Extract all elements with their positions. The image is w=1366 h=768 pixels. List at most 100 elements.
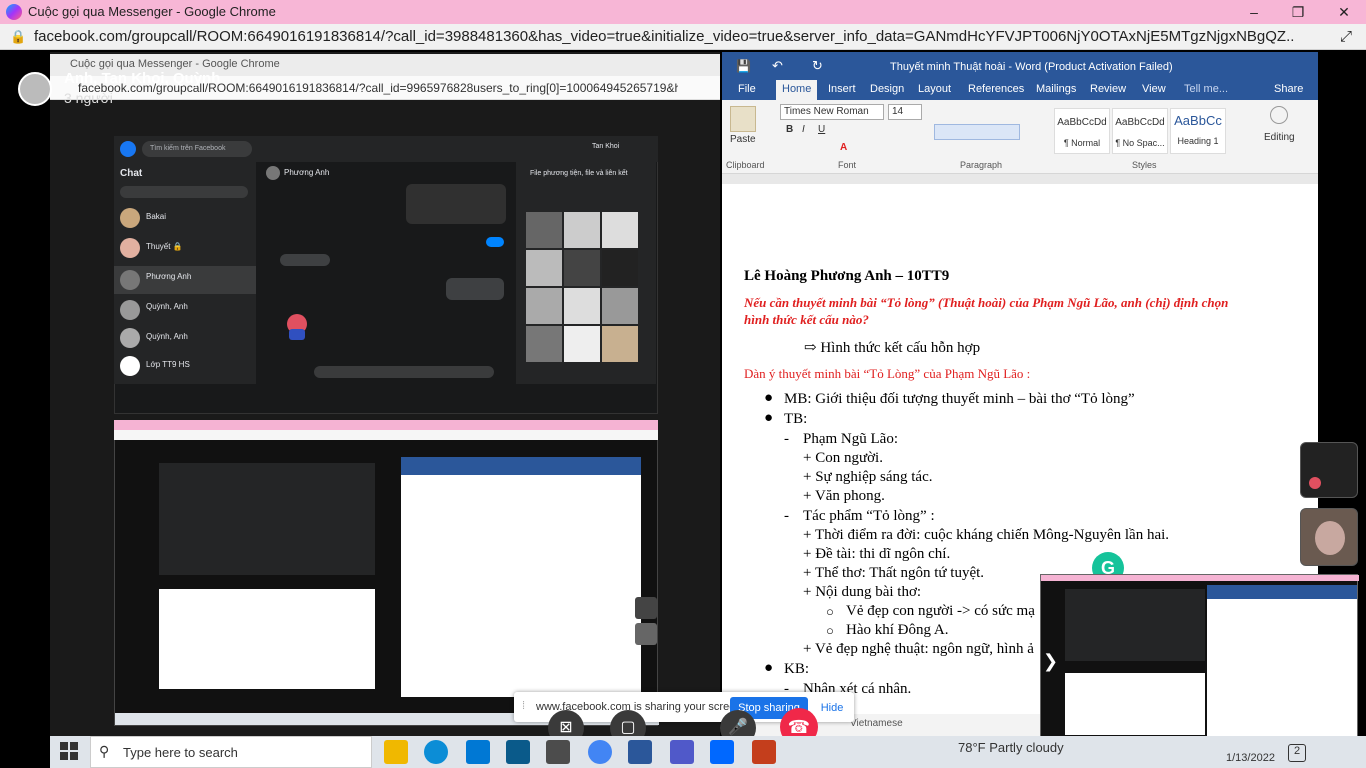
chat-name[interactable]: Quỳnh, Anh bbox=[146, 302, 188, 311]
fb-user-name[interactable]: Tan Khoi bbox=[592, 143, 619, 150]
message-input[interactable] bbox=[314, 366, 494, 378]
minimize-button[interactable]: – bbox=[1244, 2, 1264, 22]
doc-author-head: Phạm Ngũ Lão: bbox=[803, 431, 898, 447]
tell-me-search[interactable]: Tell me... bbox=[1184, 83, 1228, 95]
chat-name[interactable]: Bakai bbox=[146, 212, 166, 221]
media-thumb[interactable] bbox=[526, 250, 562, 286]
drag-handle-icon[interactable]: ⁞ bbox=[522, 700, 525, 712]
language-indicator[interactable]: Vietnamese bbox=[850, 718, 903, 729]
weather-widget[interactable]: 78°F Partly cloudy bbox=[958, 740, 1064, 755]
address-bar[interactable]: 🔒 facebook.com/groupcall/ROOM:6649016191… bbox=[0, 24, 1366, 50]
search-icon: ⚲ bbox=[99, 743, 110, 759]
search-icon[interactable] bbox=[1270, 106, 1288, 124]
media-thumb[interactable] bbox=[526, 288, 562, 324]
tab-insert[interactable]: Insert bbox=[828, 83, 856, 95]
taskbar-search-placeholder: Type here to search bbox=[123, 745, 238, 760]
font-color-icon[interactable]: A bbox=[840, 142, 847, 153]
sticker bbox=[280, 312, 314, 342]
underline-icon[interactable]: U bbox=[818, 124, 825, 135]
maximize-button[interactable]: ❐ bbox=[1288, 2, 1308, 22]
style-sample: AaBbCc bbox=[1174, 113, 1222, 128]
tab-layout[interactable]: Layout bbox=[918, 83, 951, 95]
media-thumb[interactable] bbox=[602, 326, 638, 362]
bullet-icon: ● bbox=[764, 390, 774, 406]
messenger-icon bbox=[6, 4, 22, 20]
chat-name[interactable]: Thuyết 🔒 bbox=[146, 242, 183, 251]
zalo-icon[interactable] bbox=[710, 740, 734, 764]
word-icon[interactable] bbox=[628, 740, 652, 764]
redo-icon[interactable]: ↻ bbox=[812, 58, 823, 74]
bold-icon[interactable]: B bbox=[786, 124, 793, 135]
facebook-topbar: Tìm kiếm trên Facebook Tan Khoi bbox=[114, 136, 658, 162]
app-icon[interactable] bbox=[546, 740, 570, 764]
italic-icon[interactable]: I bbox=[802, 124, 805, 135]
undo-icon[interactable]: ↶ bbox=[772, 58, 783, 74]
tab-home[interactable]: Home bbox=[776, 80, 818, 100]
taskbar-date[interactable]: 1/13/2022 bbox=[1226, 752, 1275, 764]
conversation-name[interactable]: Phương Anh bbox=[284, 168, 329, 177]
media-thumb[interactable] bbox=[564, 288, 600, 324]
lock-icon[interactable]: 🔒 bbox=[10, 29, 26, 45]
tab-mailings[interactable]: Mailings bbox=[1036, 83, 1076, 95]
media-thumb[interactable] bbox=[564, 250, 600, 286]
chat-name[interactable]: Quỳnh, Anh bbox=[146, 332, 188, 341]
media-thumb[interactable] bbox=[564, 326, 600, 362]
media-thumb[interactable] bbox=[602, 212, 638, 248]
media-thumb[interactable] bbox=[526, 326, 562, 362]
style-sample: AaBbCcDd bbox=[1115, 117, 1165, 128]
style-heading-1[interactable]: AaBbCc Heading 1 bbox=[1170, 108, 1226, 154]
chat-name[interactable]: Lớp TT9 HS bbox=[146, 360, 190, 369]
share-button[interactable]: Share bbox=[1274, 83, 1303, 95]
nested-fb-window bbox=[159, 463, 375, 575]
notification-badge[interactable]: 2 bbox=[1288, 744, 1306, 762]
style-normal[interactable]: AaBbCcDd ¶ Normal bbox=[1054, 108, 1110, 154]
avatar bbox=[120, 328, 140, 348]
edge-icon[interactable] bbox=[424, 740, 448, 764]
style-sample: AaBbCcDd bbox=[1057, 117, 1107, 128]
tab-view[interactable]: View bbox=[1142, 83, 1166, 95]
powerpoint-icon[interactable] bbox=[752, 740, 776, 764]
participant-tile[interactable] bbox=[1300, 442, 1358, 498]
media-thumb[interactable] bbox=[526, 212, 562, 248]
fb-chat-search[interactable] bbox=[120, 186, 248, 198]
font-size-select[interactable]: 14 bbox=[888, 104, 922, 120]
message-bubble bbox=[486, 237, 504, 247]
mail-icon[interactable] bbox=[466, 740, 490, 764]
participant-tile[interactable] bbox=[1300, 508, 1358, 566]
clipboard-group-label: Clipboard bbox=[726, 160, 765, 170]
tab-references[interactable]: References bbox=[968, 83, 1024, 95]
teams-icon[interactable] bbox=[670, 740, 694, 764]
store-icon[interactable] bbox=[506, 740, 530, 764]
fullscreen-icon[interactable]: ⤢ bbox=[1340, 28, 1352, 45]
paste-button[interactable]: Paste bbox=[730, 134, 756, 145]
taskbar-search[interactable]: ⚲ Type here to search bbox=[90, 736, 372, 768]
paragraph-tools[interactable] bbox=[934, 124, 1020, 140]
nested-titlebar bbox=[114, 420, 658, 430]
chrome-icon[interactable] bbox=[588, 740, 612, 764]
font-name-select[interactable]: Times New Roman bbox=[780, 104, 884, 120]
file-explorer-icon[interactable] bbox=[384, 740, 408, 764]
editing-button[interactable]: Editing bbox=[1264, 132, 1295, 143]
sticker-icon bbox=[1309, 477, 1321, 489]
nested-addressbar bbox=[114, 430, 658, 440]
tab-review[interactable]: Review bbox=[1090, 83, 1126, 95]
hide-button[interactable]: Hide bbox=[816, 697, 848, 719]
ruler bbox=[722, 174, 1318, 184]
save-icon[interactable]: 💾 bbox=[736, 59, 751, 73]
self-preview[interactable]: ❯ bbox=[1040, 574, 1359, 752]
doc-work-item: + Thời điểm ra đời: cuộc kháng chiến Môn… bbox=[803, 527, 1170, 543]
fb-search-input[interactable]: Tìm kiếm trên Facebook bbox=[142, 141, 252, 157]
media-thumb[interactable] bbox=[602, 288, 638, 324]
url-text[interactable]: facebook.com/groupcall/ROOM:664901619183… bbox=[34, 28, 1294, 45]
chat-name[interactable]: Phương Anh bbox=[146, 272, 191, 281]
tab-design[interactable]: Design bbox=[870, 83, 904, 95]
media-thumb[interactable] bbox=[602, 250, 638, 286]
windows-start-icon[interactable] bbox=[60, 742, 78, 760]
media-thumb[interactable] bbox=[564, 212, 600, 248]
collapse-arrow-icon[interactable]: ❯ bbox=[1043, 651, 1058, 672]
tab-file[interactable]: File bbox=[738, 83, 756, 95]
paste-icon[interactable] bbox=[730, 106, 756, 132]
style-no-spacing[interactable]: AaBbCcDd ¶ No Spac... bbox=[1112, 108, 1168, 154]
close-button[interactable]: ✕ bbox=[1334, 2, 1354, 22]
style-name: Heading 1 bbox=[1177, 136, 1219, 146]
